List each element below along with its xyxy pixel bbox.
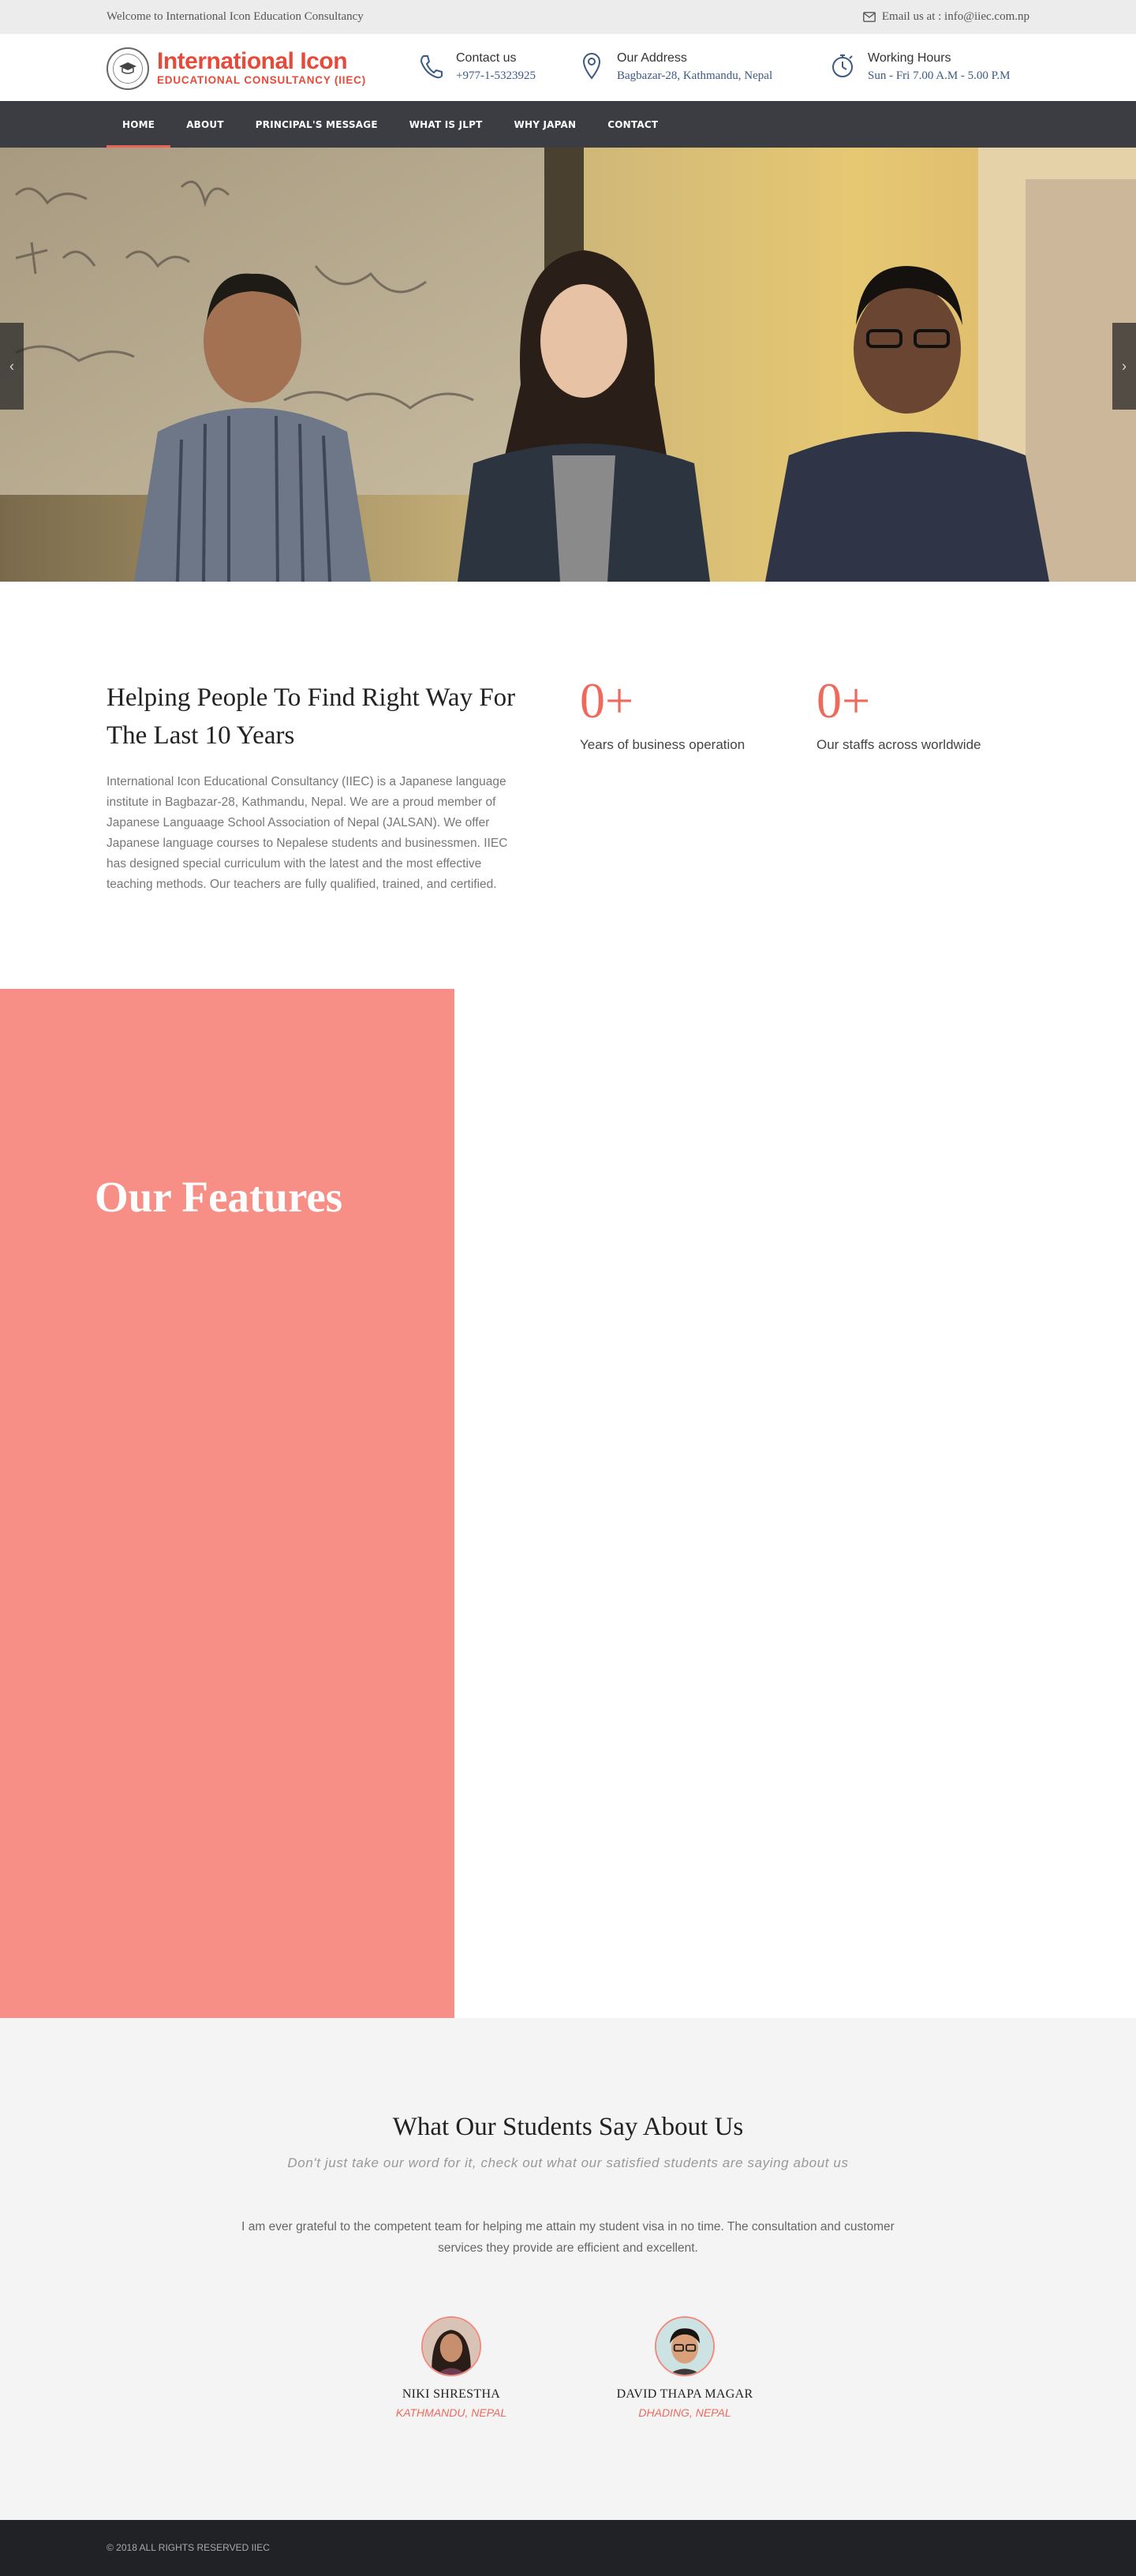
- slider-next-button[interactable]: ›: [1112, 323, 1136, 410]
- testimonial-person[interactable]: NIKI SHRESTHA KATHMANDU, NEPAL: [372, 2316, 530, 2419]
- stat-staff-number: 0+: [816, 672, 871, 728]
- nav-item-why-japan[interactable]: WHY JAPAN: [499, 101, 592, 148]
- header-hours: Working Hours Sun - Fri 7.00 A.M - 5.00 …: [828, 50, 1010, 84]
- features-title: Our Features: [95, 1173, 343, 1221]
- avatar: [421, 2316, 481, 2376]
- nav-item-what-is-jlpt[interactable]: WHAT IS JLPT: [394, 101, 499, 148]
- address-title: Our Address: [617, 51, 687, 65]
- person-location: KATHMANDU, NEPAL: [395, 2406, 507, 2419]
- slider-prev-button[interactable]: ‹: [0, 323, 24, 410]
- chevron-right-icon: ›: [1122, 358, 1127, 374]
- graduation-cap-icon: [119, 62, 136, 74]
- features-panel: Our Features: [0, 989, 454, 2018]
- stat-staff: 0+ Our staffs across worldwide: [816, 669, 981, 753]
- about-text: International Icon Educational Consultan…: [106, 775, 508, 891]
- phone-icon: [420, 55, 443, 79]
- logo-title: International Icon: [157, 48, 348, 74]
- testimonial-person[interactable]: DAVID THAPA MAGAR DHADING, NEPAL: [606, 2316, 764, 2419]
- stat-years-label: Years of business operation: [580, 737, 746, 752]
- nav-item-contact[interactable]: CONTACT: [592, 101, 674, 148]
- chevron-left-icon: ‹: [9, 358, 14, 374]
- hours-title: Working Hours: [868, 51, 951, 65]
- testimonials-subtitle: Don't just take our word for it, check o…: [287, 2155, 849, 2170]
- header-contact: Contact us +977-1-5323925: [417, 50, 536, 84]
- welcome-text: Welcome to International Icon Education …: [106, 10, 364, 23]
- map-pin-icon: [582, 53, 601, 80]
- avatar: [655, 2316, 715, 2376]
- header-address: Our Address Bagbazar-28, Kathmandu, Nepa…: [577, 50, 772, 84]
- site-footer: © 2018 ALL RIGHTS RESERVED IIEC: [0, 2520, 1136, 2576]
- nav-item-about[interactable]: ABOUT: [170, 101, 240, 148]
- testimonials-title: What Our Students Say About Us: [392, 2113, 744, 2141]
- site-logo[interactable]: International Icon EDUCATIONAL CONSULTAN…: [106, 47, 375, 91]
- person-location: DHADING, NEPAL: [638, 2406, 731, 2419]
- stat-years: 0+ Years of business operation: [580, 669, 745, 753]
- hours-value: Sun - Fri 7.00 A.M - 5.00 P.M: [868, 69, 1011, 82]
- envelope-icon: [862, 12, 876, 22]
- contact-title: Contact us: [456, 51, 517, 65]
- top-bar: Welcome to International Icon Education …: [0, 0, 1136, 34]
- stat-years-number: 0+: [580, 672, 634, 728]
- nav-item-home[interactable]: HOME: [106, 101, 171, 148]
- about-title: Helping People To Find Right Way For The…: [106, 683, 516, 750]
- logo-subtitle: EDUCATIONAL CONSULTANCY (IIEC): [157, 74, 366, 86]
- person-name: DAVID THAPA MAGAR: [616, 2387, 753, 2401]
- nav-item-principals-message[interactable]: PRINCIPAL'S MESSAGE: [240, 101, 394, 148]
- contact-phone[interactable]: +977-1-5323925: [456, 67, 536, 84]
- hero-photo: [0, 148, 1136, 582]
- copyright-text: © 2018 ALL RIGHTS RESERVED IIEC: [106, 2542, 270, 2553]
- hero-slider: ‹ ›: [0, 148, 1136, 582]
- logo-seal: [106, 47, 149, 90]
- testimonials-section: What Our Students Say About Us Don't jus…: [0, 2018, 1136, 2520]
- stopwatch-icon: [832, 54, 853, 77]
- person-name: NIKI SHRESTHA: [402, 2387, 501, 2401]
- stat-staff-label: Our staffs across worldwide: [816, 737, 981, 752]
- testimonial-quote: I am ever grateful to the competent team…: [241, 2220, 895, 2255]
- address-value: Bagbazar-28, Kathmandu, Nepal: [617, 69, 773, 82]
- main-navigation: HOME ABOUT PRINCIPAL'S MESSAGE WHAT IS J…: [0, 101, 1136, 148]
- email-text: Email us at : info@iiec.com.np: [881, 10, 1030, 23]
- email-link[interactable]: Email us at : info@iiec.com.np: [862, 10, 1030, 24]
- site-header: International Icon EDUCATIONAL CONSULTAN…: [0, 34, 1136, 101]
